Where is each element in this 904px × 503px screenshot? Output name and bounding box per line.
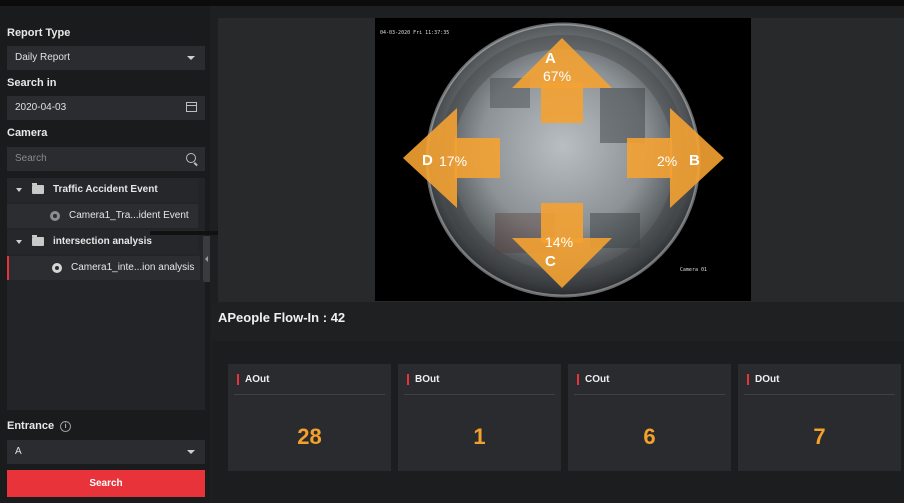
- info-icon[interactable]: i: [60, 420, 72, 432]
- sidebar: Report Type Daily Report Search in 2020-…: [0, 6, 210, 503]
- camera-search-input[interactable]: Search: [7, 147, 205, 171]
- camera-icon: [52, 263, 62, 273]
- card-value: 1: [473, 424, 486, 449]
- sidebar-collapse-handle[interactable]: [203, 236, 210, 282]
- direction-a-percent: 67%: [543, 68, 572, 84]
- card-divider: [234, 394, 385, 395]
- card-a-out: AOut 28: [228, 364, 391, 471]
- fisheye-video[interactable]: 04-03-2020 Fri 11:37:35 Camera 01 A 67% …: [375, 18, 751, 301]
- report-type-select[interactable]: Daily Report: [7, 46, 205, 70]
- search-icon[interactable]: [186, 153, 196, 163]
- entrance-select[interactable]: A: [7, 440, 205, 464]
- expand-triangle-icon[interactable]: [16, 240, 22, 244]
- camera-icon: [50, 211, 60, 221]
- card-value: 6: [643, 424, 656, 449]
- report-type-value: Daily Report: [15, 52, 71, 63]
- card-title: DOut: [747, 374, 779, 385]
- tree-camera-label: Camera1_Tra...ident Event: [69, 210, 189, 221]
- folder-icon: [32, 183, 44, 194]
- report-type-label: Report Type: [7, 27, 71, 39]
- chevron-down-icon: [187, 56, 195, 60]
- camera-label: Camera: [7, 127, 48, 139]
- direction-a-stem: [541, 83, 583, 123]
- tree-camera-label: Camera1_inte...ion analysis: [71, 262, 195, 273]
- calendar-icon[interactable]: [186, 102, 197, 112]
- camera-tree: Traffic Accident Event Camera1_Tra...ide…: [7, 178, 205, 410]
- direction-b-letter: B: [689, 152, 700, 169]
- tree-group-label: Traffic Accident Event: [53, 184, 158, 195]
- video-camera-label: Camera 01: [679, 267, 707, 273]
- direction-c-percent: 14%: [545, 234, 574, 250]
- tree-camera-traffic-accident[interactable]: Camera1_Tra...ident Event: [7, 204, 198, 228]
- tree-camera-intersection-analysis[interactable]: Camera1_inte...ion analysis: [7, 256, 200, 280]
- card-divider: [574, 394, 725, 395]
- card-title: COut: [577, 374, 609, 385]
- tree-group-label: intersection analysis: [53, 236, 152, 247]
- folder-icon: [32, 235, 44, 246]
- flow-in-summary: APeople Flow-In : 42: [218, 310, 345, 325]
- flow-in-label: APeople Flow-In :: [218, 310, 328, 325]
- direction-b-percent: 2%: [657, 153, 678, 169]
- entrance-label-text: Entrance: [7, 420, 55, 432]
- card-value: 7: [813, 424, 826, 449]
- direction-a-letter: A: [545, 50, 556, 67]
- card-c-out: COut 6: [568, 364, 731, 471]
- flow-in-value: 42: [330, 310, 346, 325]
- tree-group-traffic-accident[interactable]: Traffic Accident Event: [7, 178, 198, 202]
- date-value: 2020-04-03: [15, 102, 67, 113]
- card-d-out: DOut 7: [738, 364, 901, 471]
- search-placeholder: Search: [15, 153, 47, 164]
- search-in-label: Search in: [7, 77, 57, 89]
- card-divider: [744, 394, 895, 395]
- card-b-out: BOut 1: [398, 364, 561, 471]
- direction-c-letter: C: [545, 253, 556, 270]
- card-divider: [404, 394, 555, 395]
- chevron-down-icon: [187, 450, 195, 454]
- direction-d-percent: 17%: [439, 153, 468, 169]
- direction-d-letter: D: [422, 152, 433, 169]
- search-button[interactable]: Search: [7, 470, 205, 497]
- date-picker[interactable]: 2020-04-03: [7, 96, 205, 120]
- card-title: BOut: [407, 374, 439, 385]
- card-value: 28: [297, 424, 322, 449]
- entrance-label: Entrance i: [7, 420, 72, 432]
- entrance-value: A: [15, 446, 22, 457]
- video-timestamp: 04-03-2020 Fri 11:37:35: [380, 30, 450, 36]
- card-title: AOut: [237, 374, 269, 385]
- expand-triangle-icon[interactable]: [16, 188, 22, 192]
